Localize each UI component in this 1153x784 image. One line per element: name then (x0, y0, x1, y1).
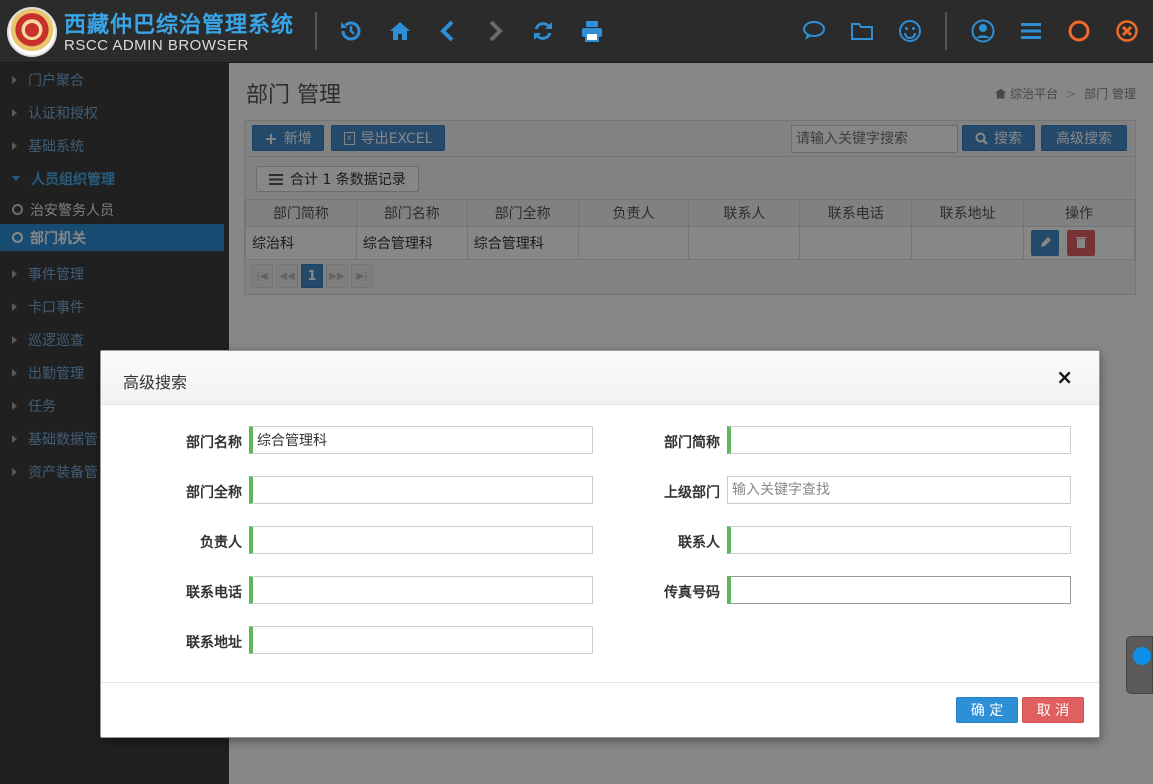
parent-dept-input[interactable] (727, 476, 1071, 504)
dept-short-label: 部门简称 (664, 435, 720, 451)
menu-icon[interactable] (1016, 16, 1046, 46)
modal-title: 高级搜索 (123, 373, 188, 392)
floating-side-tab[interactable] (1126, 636, 1153, 694)
leader-input[interactable] (249, 526, 593, 554)
back-icon[interactable] (433, 16, 463, 46)
phone-label: 联系电话 (186, 585, 242, 601)
app-subtitle: RSCC ADMIN BROWSER (64, 37, 249, 54)
advanced-search-modal: 高级搜索 × 部门名称 部门简称 部门全称 上级部门 负责人 联系人 联系电话 … (100, 350, 1100, 738)
parent-dept-label: 上级部门 (664, 485, 720, 501)
toolbar-divider (945, 12, 947, 50)
contact-label: 联系人 (678, 535, 720, 551)
app-title: 西藏仲巴综治管理系统 (64, 13, 295, 38)
confirm-button-label: 确 定 (970, 703, 1004, 719)
dept-short-input[interactable] (727, 426, 1071, 454)
user-icon[interactable] (968, 16, 998, 46)
leader-label: 负责人 (200, 535, 242, 551)
toolbar-divider (315, 12, 317, 50)
dept-name-label: 部门名称 (186, 435, 242, 451)
dept-name-input[interactable] (249, 426, 593, 454)
forward-icon[interactable] (480, 16, 510, 46)
confirm-button[interactable]: 确 定 (956, 697, 1018, 723)
close-icon[interactable]: × (1056, 365, 1073, 389)
dept-full-label: 部门全称 (186, 485, 242, 501)
modal-header: 高级搜索 × (101, 351, 1099, 405)
home-icon[interactable] (385, 16, 415, 46)
top-bar: 西藏仲巴综治管理系统 RSCC ADMIN BROWSER (0, 0, 1153, 63)
fax-label: 传真号码 (664, 585, 720, 601)
phone-input[interactable] (249, 576, 593, 604)
refresh-icon[interactable] (528, 16, 558, 46)
remote-assist-icon (1133, 647, 1151, 665)
cancel-button[interactable]: 取 消 (1022, 697, 1084, 723)
print-icon[interactable] (577, 16, 607, 46)
cancel-button-label: 取 消 (1036, 703, 1070, 719)
emblem-logo (7, 7, 57, 57)
circle-icon[interactable] (1064, 16, 1094, 46)
history-icon[interactable] (336, 16, 366, 46)
address-label: 联系地址 (186, 635, 242, 651)
modal-footer (101, 682, 1099, 683)
address-input[interactable] (249, 626, 593, 654)
folder-icon[interactable] (847, 16, 877, 46)
fax-input[interactable] (727, 576, 1071, 604)
chat-icon[interactable] (799, 16, 829, 46)
close-circle-icon[interactable] (1112, 16, 1142, 46)
contact-input[interactable] (727, 526, 1071, 554)
smiley-icon[interactable] (895, 16, 925, 46)
dept-full-input[interactable] (249, 476, 593, 504)
